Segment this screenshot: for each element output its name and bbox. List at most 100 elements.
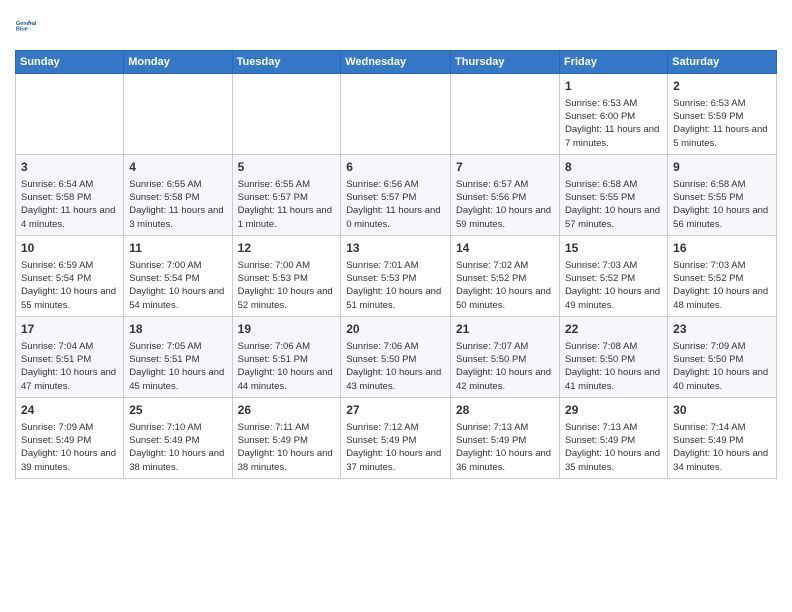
cell-content: 26Sunrise: 7:11 AMSunset: 5:49 PMDayligh… [238, 402, 336, 474]
daylight-text: Daylight: 10 hours and 47 minutes. [21, 366, 118, 393]
cell-content: 12Sunrise: 7:00 AMSunset: 5:53 PMDayligh… [238, 240, 336, 312]
sunset-text: Sunset: 5:51 PM [21, 353, 118, 366]
day-number: 18 [129, 321, 226, 338]
daylight-text: Daylight: 10 hours and 38 minutes. [129, 447, 226, 474]
cell-content: 16Sunrise: 7:03 AMSunset: 5:52 PMDayligh… [673, 240, 771, 312]
sunrise-text: Sunrise: 6:58 AM [673, 178, 771, 191]
sunrise-text: Sunrise: 6:56 AM [346, 178, 445, 191]
cell-content: 27Sunrise: 7:12 AMSunset: 5:49 PMDayligh… [346, 402, 445, 474]
sunset-text: Sunset: 5:58 PM [21, 191, 118, 204]
daylight-text: Daylight: 10 hours and 54 minutes. [129, 285, 226, 312]
calendar-cell: 17Sunrise: 7:04 AMSunset: 5:51 PMDayligh… [16, 316, 124, 397]
sunset-text: Sunset: 5:50 PM [565, 353, 662, 366]
day-number: 5 [238, 159, 336, 176]
day-number: 14 [456, 240, 554, 257]
cell-content: 11Sunrise: 7:00 AMSunset: 5:54 PMDayligh… [129, 240, 226, 312]
daylight-text: Daylight: 10 hours and 36 minutes. [456, 447, 554, 474]
sunset-text: Sunset: 5:55 PM [565, 191, 662, 204]
calendar-cell: 7Sunrise: 6:57 AMSunset: 5:56 PMDaylight… [451, 154, 560, 235]
calendar-cell: 4Sunrise: 6:55 AMSunset: 5:58 PMDaylight… [124, 154, 232, 235]
sunrise-text: Sunrise: 6:57 AM [456, 178, 554, 191]
daylight-text: Daylight: 10 hours and 49 minutes. [565, 285, 662, 312]
sunrise-text: Sunrise: 7:10 AM [129, 421, 226, 434]
cell-content: 2Sunrise: 6:53 AMSunset: 5:59 PMDaylight… [673, 78, 771, 150]
cell-content: 14 Sunrise: 7:02 AMSunset: 5:52 PMDayligh… [456, 240, 554, 312]
calendar-cell: 9Sunrise: 6:58 AMSunset: 5:55 PMDaylight… [668, 154, 777, 235]
calendar-cell [232, 74, 341, 155]
sunset-text: Sunset: 6:00 PM [565, 110, 662, 123]
sunset-text: Sunset: 5:52 PM [673, 272, 771, 285]
cell-content: 10Sunrise: 6:59 AMSunset: 5:54 PMDayligh… [21, 240, 118, 312]
day-number: 16 [673, 240, 771, 257]
day-number: 23 [673, 321, 771, 338]
daylight-text: Daylight: 11 hours and 7 minutes. [565, 123, 662, 150]
sunset-text: Sunset: 5:49 PM [21, 434, 118, 447]
weekday-header-sunday: Sunday [16, 51, 124, 74]
weekday-header-saturday: Saturday [668, 51, 777, 74]
day-number: 19 [238, 321, 336, 338]
sunrise-text: Sunrise: 7:09 AM [21, 421, 118, 434]
cell-content: 23Sunrise: 7:09 AMSunset: 5:50 PMDayligh… [673, 321, 771, 393]
sunset-text: Sunset: 5:50 PM [673, 353, 771, 366]
cell-content: 29Sunrise: 7:13 AMSunset: 5:49 PMDayligh… [565, 402, 662, 474]
logo: General Blue [15, 10, 47, 42]
daylight-text: Daylight: 10 hours and 41 minutes. [565, 366, 662, 393]
sunrise-text: Sunrise: 7:07 AM [456, 340, 554, 353]
day-number: 17 [21, 321, 118, 338]
sunset-text: Sunset: 5:49 PM [238, 434, 336, 447]
sunset-text: Sunset: 5:49 PM [565, 434, 662, 447]
sunrise-text: Sunrise: 7:02 AM [456, 259, 554, 272]
daylight-text: Daylight: 10 hours and 38 minutes. [238, 447, 336, 474]
weekday-header-wednesday: Wednesday [341, 51, 451, 74]
sunset-text: Sunset: 5:53 PM [346, 272, 445, 285]
sunset-text: Sunset: 5:51 PM [129, 353, 226, 366]
sunrise-text: Sunrise: 7:12 AM [346, 421, 445, 434]
daylight-text: Daylight: 10 hours and 50 minutes. [456, 285, 554, 312]
weekday-header-friday: Friday [559, 51, 667, 74]
day-number: 13 [346, 240, 445, 257]
daylight-text: Daylight: 10 hours and 55 minutes. [21, 285, 118, 312]
cell-content: 4Sunrise: 6:55 AMSunset: 5:58 PMDaylight… [129, 159, 226, 231]
daylight-text: Daylight: 10 hours and 56 minutes. [673, 204, 771, 231]
day-number: 20 [346, 321, 445, 338]
cell-content: 19Sunrise: 7:06 AMSunset: 5:51 PMDayligh… [238, 321, 336, 393]
cell-content: 6Sunrise: 6:56 AMSunset: 5:57 PMDaylight… [346, 159, 445, 231]
sunrise-text: Sunrise: 7:05 AM [129, 340, 226, 353]
weekday-header-thursday: Thursday [451, 51, 560, 74]
day-number: 4 [129, 159, 226, 176]
sunrise-text: Sunrise: 7:01 AM [346, 259, 445, 272]
calendar-cell: 6Sunrise: 6:56 AMSunset: 5:57 PMDaylight… [341, 154, 451, 235]
sunrise-text: Sunrise: 6:54 AM [21, 178, 118, 191]
logo-icon: General Blue [15, 10, 47, 42]
day-number: 1 [565, 78, 662, 95]
calendar-cell: 21Sunrise: 7:07 AMSunset: 5:50 PMDayligh… [451, 316, 560, 397]
calendar-cell [124, 74, 232, 155]
sunrise-text: Sunrise: 7:08 AM [565, 340, 662, 353]
calendar-cell: 12Sunrise: 7:00 AMSunset: 5:53 PMDayligh… [232, 235, 341, 316]
cell-content: 25Sunrise: 7:10 AMSunset: 5:49 PMDayligh… [129, 402, 226, 474]
cell-content: 5Sunrise: 6:55 AMSunset: 5:57 PMDaylight… [238, 159, 336, 231]
calendar-cell [451, 74, 560, 155]
svg-text:General: General [16, 21, 37, 27]
page-header: General Blue [15, 10, 777, 42]
calendar-cell: 14 Sunrise: 7:02 AMSunset: 5:52 PMDayligh… [451, 235, 560, 316]
calendar-cell: 20Sunrise: 7:06 AMSunset: 5:50 PMDayligh… [341, 316, 451, 397]
cell-content: 24Sunrise: 7:09 AMSunset: 5:49 PMDayligh… [21, 402, 118, 474]
cell-content: 1Sunrise: 6:53 AMSunset: 6:00 PMDaylight… [565, 78, 662, 150]
day-number: 28 [456, 402, 554, 419]
weekday-header-monday: Monday [124, 51, 232, 74]
sunset-text: Sunset: 5:51 PM [238, 353, 336, 366]
daylight-text: Daylight: 11 hours and 5 minutes. [673, 123, 771, 150]
sunrise-text: Sunrise: 7:13 AM [565, 421, 662, 434]
sunrise-text: Sunrise: 7:11 AM [238, 421, 336, 434]
calendar-cell: 2Sunrise: 6:53 AMSunset: 5:59 PMDaylight… [668, 74, 777, 155]
calendar-week-4: 17Sunrise: 7:04 AMSunset: 5:51 PMDayligh… [16, 316, 777, 397]
day-number: 12 [238, 240, 336, 257]
sunset-text: Sunset: 5:52 PM [456, 272, 554, 285]
calendar-cell: 3Sunrise: 6:54 AMSunset: 5:58 PMDaylight… [16, 154, 124, 235]
cell-content: 9Sunrise: 6:58 AMSunset: 5:55 PMDaylight… [673, 159, 771, 231]
calendar-cell: 16Sunrise: 7:03 AMSunset: 5:52 PMDayligh… [668, 235, 777, 316]
cell-content: 28Sunrise: 7:13 AMSunset: 5:49 PMDayligh… [456, 402, 554, 474]
sunset-text: Sunset: 5:49 PM [346, 434, 445, 447]
cell-content: 15Sunrise: 7:03 AMSunset: 5:52 PMDayligh… [565, 240, 662, 312]
